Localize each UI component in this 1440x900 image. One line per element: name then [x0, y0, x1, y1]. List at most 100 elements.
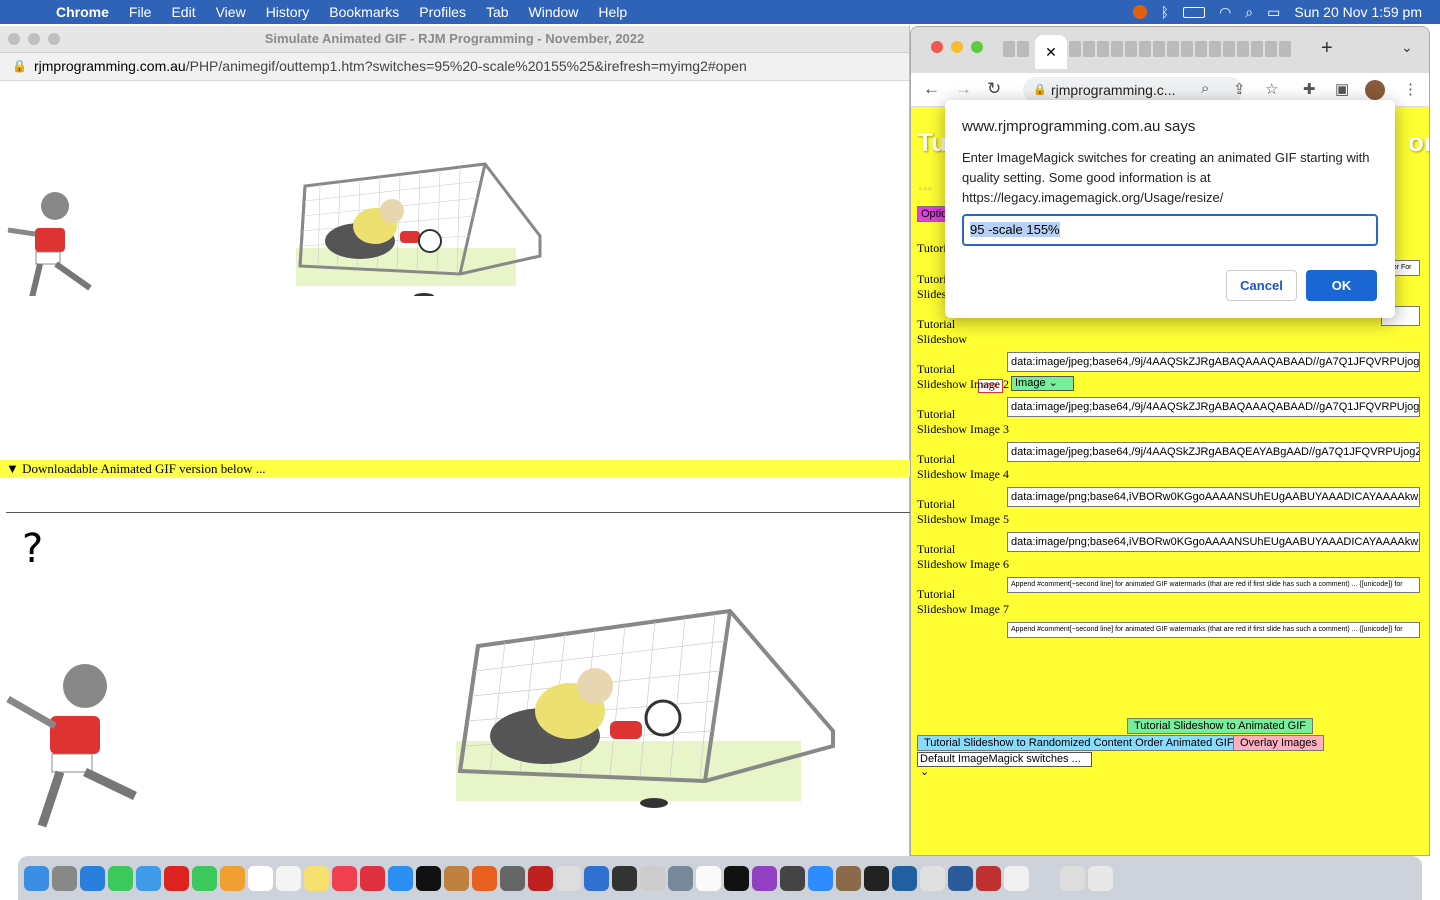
- tab-favicon[interactable]: [1265, 41, 1277, 57]
- tab-favicon[interactable]: [1209, 41, 1221, 57]
- side-panel-icon[interactable]: ▣: [1335, 80, 1349, 98]
- gimp-icon[interactable]: [780, 865, 805, 891]
- clock[interactable]: Sun 20 Nov 1:59 pm: [1294, 4, 1422, 20]
- image-type-select[interactable]: Image ⌄: [1011, 376, 1074, 391]
- tab-favicon[interactable]: [1139, 41, 1151, 57]
- menu-bookmarks[interactable]: Bookmarks: [329, 4, 399, 20]
- menu-profiles[interactable]: Profiles: [419, 4, 466, 20]
- slideshow-image-5-input[interactable]: data:image/png;base64,iVBORw0KGgoAAAANSU…: [1007, 532, 1420, 552]
- tab-favicon[interactable]: [1153, 41, 1165, 57]
- slideshow-image-7-input[interactable]: Append #comment[~second line] for animat…: [1007, 622, 1420, 638]
- forward-arrow-icon[interactable]: →: [955, 79, 972, 99]
- app-icon[interactable]: [640, 865, 665, 891]
- menu-edit[interactable]: Edit: [171, 4, 195, 20]
- details-summary[interactable]: ▼ Downloadable Animated GIF version belo…: [0, 460, 910, 477]
- xcode-icon[interactable]: [584, 865, 609, 891]
- tab-favicon[interactable]: [1167, 41, 1179, 57]
- slideshow-image-4-input[interactable]: data:image/png;base64,iVBORw0KGgoAAAANSU…: [1007, 487, 1420, 507]
- tab-favicon[interactable]: [1083, 41, 1095, 57]
- tab-favicon[interactable]: [1111, 41, 1123, 57]
- tab-favicon[interactable]: [1251, 41, 1263, 57]
- back-arrow-icon[interactable]: ←: [923, 79, 940, 99]
- menu-app[interactable]: Chrome: [56, 4, 109, 20]
- image-app-icon[interactable]: [444, 865, 469, 891]
- animated-gif-button[interactable]: Tutorial Slideshow to Animated GIF: [1127, 718, 1314, 734]
- battery-icon[interactable]: [1183, 6, 1206, 18]
- facetime-icon[interactable]: [192, 865, 217, 891]
- menu-help[interactable]: Help: [598, 4, 627, 20]
- tab-favicon[interactable]: [1223, 41, 1235, 57]
- imagemagick-switches-select[interactable]: Default ImageMagick switches ... ⌄: [917, 752, 1092, 778]
- spotlight-search-icon[interactable]: ⌕: [1245, 4, 1253, 21]
- chrome-icon[interactable]: [920, 865, 945, 891]
- tab-favicon[interactable]: [1195, 41, 1207, 57]
- tab-favicon[interactable]: [1069, 41, 1081, 57]
- tab-favicon[interactable]: [1003, 41, 1015, 57]
- kebab-menu-icon[interactable]: ⋮: [1403, 80, 1418, 98]
- dialog-input[interactable]: 95 -scale 155%: [962, 214, 1378, 246]
- calendar-icon[interactable]: [248, 865, 273, 891]
- app-status-icon[interactable]: [1132, 5, 1147, 19]
- zoom-window-button-right[interactable]: [971, 41, 983, 53]
- podcasts-icon[interactable]: [752, 865, 777, 891]
- system-app-icon[interactable]: [612, 865, 637, 891]
- slideshow-image-3-input[interactable]: data:image/jpeg;base64,/9j/4AAQSkZJRgABA…: [1007, 442, 1420, 462]
- trash-icon[interactable]: [1088, 865, 1113, 891]
- zoom-icon[interactable]: ⌕: [1201, 80, 1209, 97]
- tab-favicon[interactable]: [1279, 41, 1291, 57]
- tab-favicon[interactable]: [1017, 41, 1029, 57]
- opera-icon[interactable]: [164, 865, 189, 891]
- menu-history[interactable]: History: [266, 4, 310, 20]
- url-text[interactable]: rjmprogramming.com.au/PHP/animegif/outte…: [34, 58, 747, 74]
- profile-avatar[interactable]: [1365, 80, 1385, 100]
- bluetooth-icon[interactable]: ᛒ: [1161, 4, 1169, 20]
- extensions-puzzle-icon[interactable]: ✚: [1303, 80, 1316, 98]
- reminders-icon[interactable]: [276, 865, 301, 891]
- minimize-window-button-right[interactable]: [951, 41, 963, 53]
- app-icon[interactable]: [864, 865, 889, 891]
- music-icon[interactable]: [332, 865, 357, 891]
- news-icon[interactable]: [360, 865, 385, 891]
- wifi-icon[interactable]: ◠: [1219, 4, 1231, 21]
- mail-icon[interactable]: [136, 865, 161, 891]
- notes-icon[interactable]: [304, 865, 329, 891]
- close-window-button-right[interactable]: [931, 41, 943, 53]
- ok-button[interactable]: OK: [1306, 270, 1377, 301]
- preview-icon[interactable]: [668, 865, 693, 891]
- control-center-icon[interactable]: ▭: [1267, 4, 1280, 21]
- randomized-animated-gif-button[interactable]: Tutorial Slideshow to Randomized Content…: [917, 735, 1241, 751]
- reload-icon[interactable]: ↻: [987, 79, 1001, 99]
- menu-view[interactable]: View: [216, 4, 246, 20]
- finder-icon[interactable]: [24, 865, 49, 891]
- cancel-button[interactable]: Cancel: [1226, 270, 1297, 301]
- app-icon[interactable]: [976, 865, 1001, 891]
- bbedit-icon[interactable]: [556, 865, 581, 891]
- firefox-icon[interactable]: [472, 865, 497, 891]
- app-icon[interactable]: [836, 865, 861, 891]
- app-icon[interactable]: [892, 865, 917, 891]
- slideshow-image-6-input[interactable]: Append #comment[~second line] for animat…: [1007, 577, 1420, 593]
- app-icon[interactable]: [948, 865, 973, 891]
- calculator-icon[interactable]: [500, 865, 525, 891]
- new-tab-plus-icon[interactable]: +: [1321, 37, 1333, 60]
- bookmark-star-icon[interactable]: ☆: [1265, 80, 1278, 98]
- slideshow-image-2-input[interactable]: data:image/jpeg;base64,/9j/4AAQSkZJRgABA…: [1007, 397, 1420, 417]
- photos-icon[interactable]: [220, 865, 245, 891]
- launchpad-icon[interactable]: [52, 865, 77, 891]
- document-icon[interactable]: [1004, 865, 1029, 891]
- tab-favicon[interactable]: [1125, 41, 1137, 57]
- safari-icon[interactable]: [80, 865, 105, 891]
- address-bar[interactable]: 🔒 rjmprogramming.com.au/PHP/animegif/out…: [0, 53, 909, 81]
- active-tab-close-icon[interactable]: ✕: [1035, 35, 1067, 69]
- tab-favicon[interactable]: [1237, 41, 1249, 57]
- textedit-icon[interactable]: [696, 865, 721, 891]
- overlay-images-button[interactable]: Overlay Images: [1233, 735, 1325, 751]
- filezilla-icon[interactable]: [528, 865, 553, 891]
- tab-search-chevron-icon[interactable]: ⌄: [1401, 39, 1413, 56]
- app-store-icon[interactable]: [388, 865, 413, 891]
- messages-icon[interactable]: [108, 865, 133, 891]
- share-icon[interactable]: ⇪: [1233, 80, 1246, 98]
- slideshow-image-1-input[interactable]: data:image/jpeg;base64,/9j/4AAQSkZJRgABA…: [1007, 352, 1420, 372]
- tab-favicon[interactable]: [1097, 41, 1109, 57]
- menu-window[interactable]: Window: [529, 4, 579, 20]
